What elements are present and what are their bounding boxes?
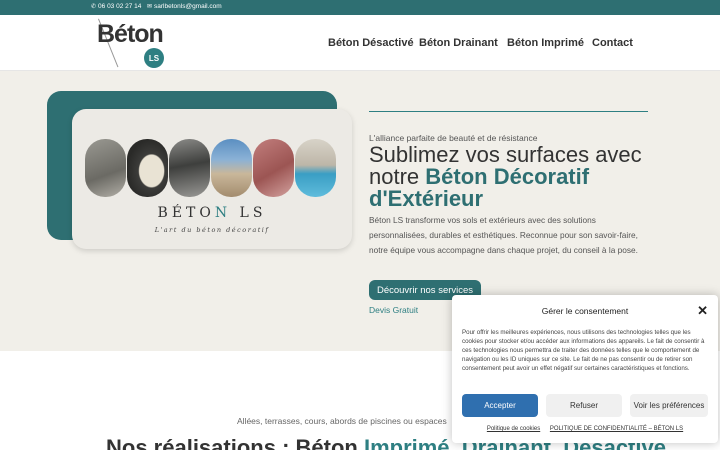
phone-number: 06 03 02 27 14 <box>98 3 142 10</box>
free-quote-link[interactable]: Devis Gratuit <box>369 305 418 315</box>
thumbnail-beton-gris <box>85 139 126 197</box>
cookie-body: Pour offrir les meilleures expériences, … <box>462 329 705 372</box>
phone-icon: ✆ <box>91 4 97 10</box>
hero-divider <box>369 111 648 112</box>
envelope-icon: ✉ <box>147 4 153 10</box>
card-brand: BÉTON LS <box>157 205 267 221</box>
nav-contact[interactable]: Contact <box>592 37 633 49</box>
refuse-button[interactable]: Refuser <box>546 394 622 417</box>
accept-button[interactable]: Accepter <box>462 394 538 417</box>
close-icon[interactable]: ✕ <box>697 303 708 319</box>
logo-badge: LS <box>144 48 164 68</box>
nav-beton-imprime[interactable]: Béton Imprimé <box>507 37 584 49</box>
card-tagline: L'art du béton décoratif <box>154 226 270 234</box>
thumbnail-beton-rouge <box>253 139 294 197</box>
preferences-button[interactable]: Voir les préférences <box>630 394 708 417</box>
hero-headline: Sublimez vos surfaces avec notre Béton D… <box>369 142 642 211</box>
cookie-consent-dialog: Gérer le consentement ✕ Pour offrir les … <box>452 295 718 443</box>
topbar-email[interactable]: ✉ sarlbetonls@gmail.com <box>147 3 222 10</box>
thumbnail-beton-allee <box>169 139 210 197</box>
top-bar: ✆ 06 03 02 27 14 ✉ sarlbetonls@gmail.com <box>0 0 720 15</box>
site-header: Béton LS Béton Désactivé Béton Drainant … <box>0 15 720 71</box>
nav-beton-drainant[interactable]: Béton Drainant <box>419 37 498 49</box>
email-address: sarlbetonls@gmail.com <box>154 3 222 10</box>
privacy-policy-link[interactable]: POLITIQUE DE CONFIDENTIALITÉ – BÉTON LS <box>550 426 683 432</box>
cookie-title: Gérer le consentement <box>541 306 629 316</box>
hero-image-card: BÉTON LS L'art du béton décoratif <box>72 109 352 249</box>
thumbnail-beton-rond <box>127 139 168 197</box>
logo-wordmark: Béton <box>97 20 164 48</box>
hero-paragraph: Béton LS transforme vos sols et extérieu… <box>369 215 638 255</box>
site-logo[interactable]: Béton LS <box>94 15 179 71</box>
cookie-policy-link[interactable]: Politique de cookies <box>487 426 540 432</box>
realisations-subtitle: Allées, terrasses, cours, abords de pisc… <box>237 416 447 426</box>
thumbnail-beton-piscine <box>295 139 336 197</box>
topbar-phone[interactable]: ✆ 06 03 02 27 14 <box>91 3 141 10</box>
thumbnail-beton-cour <box>211 139 252 197</box>
nav-beton-desactive[interactable]: Béton Désactivé <box>328 37 414 49</box>
cookie-links: Politique de cookies POLITIQUE DE CONFID… <box>452 426 718 432</box>
sample-thumbnails <box>85 139 336 197</box>
